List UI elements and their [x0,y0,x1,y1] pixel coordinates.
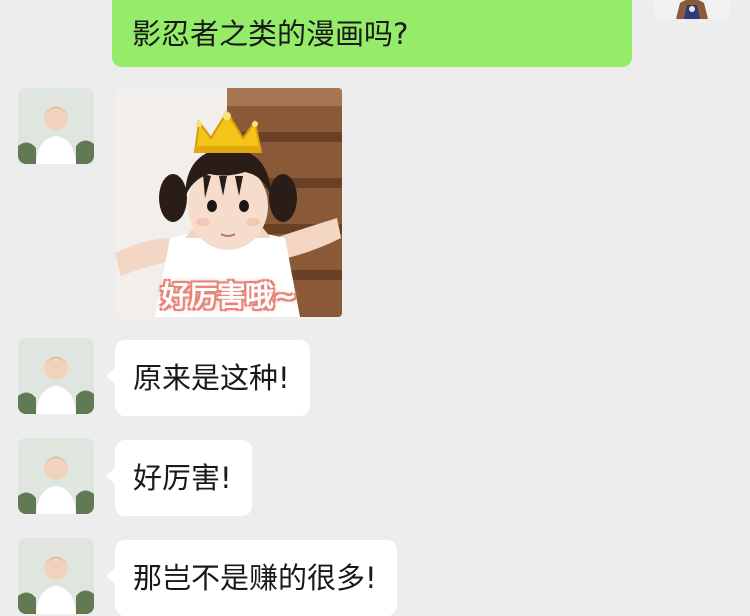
contact-avatar[interactable] [18,438,94,514]
my-avatar[interactable] [654,0,730,19]
incoming-message-bubble[interactable]: 好厉害! [115,440,252,516]
contact-avatar-image [18,88,94,164]
contact-avatar[interactable] [18,338,94,414]
incoming-message-bubble[interactable]: 那岂不是赚的很多! [115,540,397,616]
incoming-message-bubble[interactable]: 原来是这种! [115,340,310,416]
contact-avatar[interactable] [18,88,94,164]
sticker-caption: 好厉害哦~ [160,279,297,313]
user-avatar-icon [654,0,730,19]
message-text: 影忍者之类的漫画吗? [132,17,409,51]
message-text: 原来是这种! [133,361,290,395]
sticker-image[interactable]: 好厉害哦~ [115,88,342,317]
contact-avatar-image [18,438,94,514]
contact-avatar-image [18,538,94,614]
message-text: 那岂不是赚的很多! [133,561,377,595]
message-text: 好厉害! [133,461,232,495]
contact-avatar[interactable] [18,538,94,614]
contact-avatar-image [18,338,94,414]
outgoing-message-bubble[interactable]: 影忍者之类的漫画吗? [112,0,632,67]
